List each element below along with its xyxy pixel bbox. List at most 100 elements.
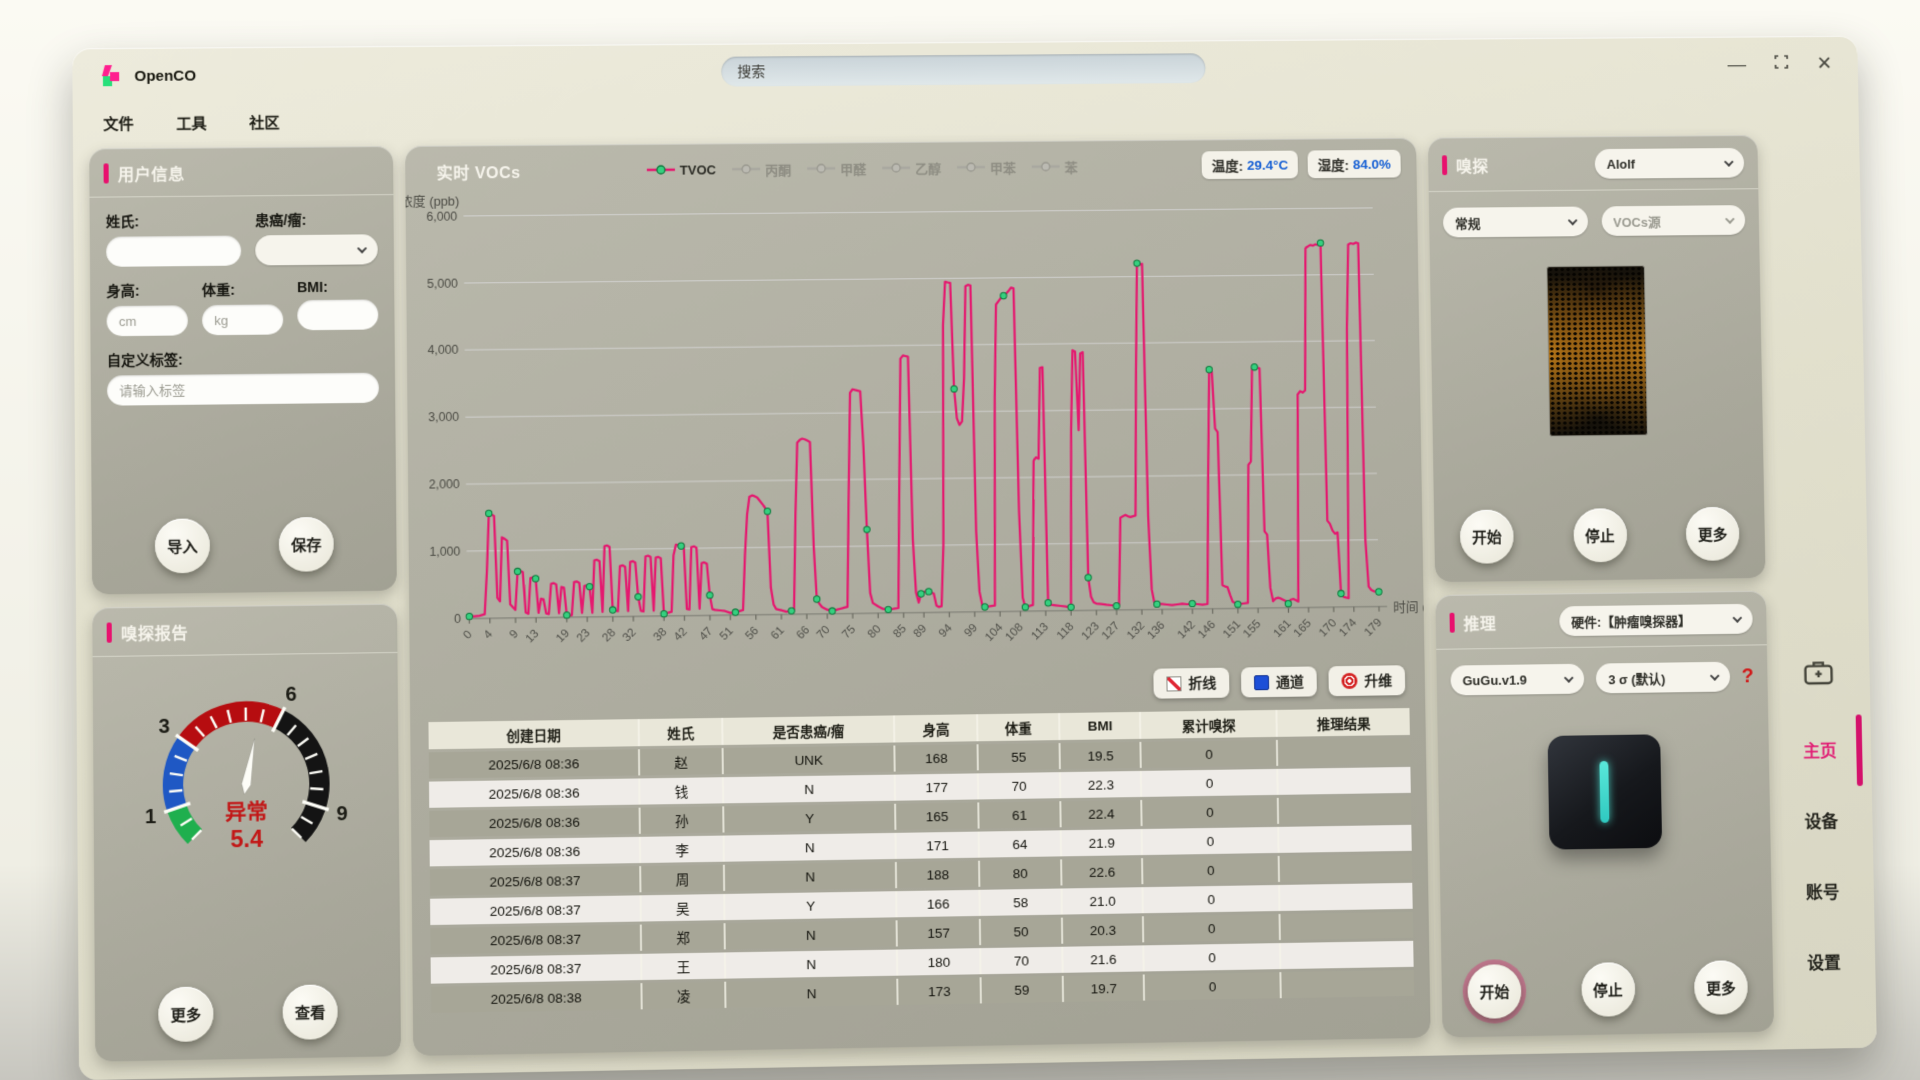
svg-text:118: 118 — [1054, 620, 1077, 643]
logo-icon — [99, 63, 126, 89]
table-cell: 凌 — [643, 982, 727, 1010]
table-cell: 70 — [981, 947, 1064, 975]
svg-text:85: 85 — [891, 622, 910, 641]
svg-text:1,000: 1,000 — [429, 544, 460, 558]
search-bar[interactable] — [721, 53, 1206, 86]
sidebar-item-device[interactable]: 设备 — [1804, 807, 1838, 832]
sidebar-item-settings[interactable]: 设置 — [1807, 949, 1841, 974]
legend-item-乙醇[interactable]: 乙醇 — [882, 158, 941, 177]
table-cell: 19.7 — [1064, 974, 1145, 1002]
svg-text:108: 108 — [1003, 620, 1026, 643]
minimize-button[interactable]: — — [1727, 55, 1746, 74]
menu-tools[interactable]: 工具 — [176, 112, 207, 133]
table-cell: N — [726, 949, 899, 978]
table-cell: 0 — [1143, 856, 1280, 884]
legend-item-甲苯[interactable]: 甲苯 — [957, 157, 1016, 176]
save-button[interactable]: 保存 — [279, 517, 334, 572]
legend-marker-icon — [957, 162, 985, 172]
table-cell: 2025/6/8 08:36 — [430, 837, 642, 867]
table-cell: 165 — [897, 802, 980, 829]
svg-text:165: 165 — [1291, 616, 1314, 639]
channel-view-button[interactable]: 通道 — [1241, 666, 1317, 697]
table-cell: N — [725, 920, 898, 949]
table-cell — [1282, 970, 1415, 998]
help-icon[interactable]: ? — [1741, 665, 1753, 688]
table-cell: N — [724, 833, 897, 862]
table-cell: 0 — [1143, 827, 1280, 855]
weight-input[interactable] — [202, 304, 283, 335]
table-cell: 59 — [981, 976, 1064, 1004]
inference-stop-button[interactable]: 停止 — [1581, 962, 1635, 1017]
table-cell: 2025/6/8 08:37 — [430, 866, 642, 896]
user-info-header: 用户信息 — [89, 146, 393, 198]
table-column-header: 推理结果 — [1278, 708, 1410, 737]
table-column-header: 累计嗅探 — [1141, 710, 1278, 739]
table-cell: 80 — [980, 859, 1063, 886]
svg-text:51: 51 — [717, 624, 736, 642]
close-button[interactable]: ✕ — [1817, 54, 1833, 73]
menu-file[interactable]: 文件 — [103, 113, 134, 134]
sniffer-stop-button[interactable]: 停止 — [1573, 508, 1627, 562]
inference-start-button[interactable]: 开始 — [1467, 964, 1521, 1019]
table-cell: 19.5 — [1061, 742, 1142, 769]
legend-item-TVOC[interactable]: TVOC — [647, 162, 717, 178]
humidity-badge: 湿度: 84.0% — [1308, 150, 1401, 179]
svg-text:4,000: 4,000 — [428, 343, 459, 357]
table-cell: 2025/6/8 08:36 — [429, 808, 641, 837]
medkit-icon[interactable] — [1802, 656, 1834, 691]
legend-label: TVOC — [680, 162, 716, 177]
surname-input[interactable] — [106, 235, 241, 266]
svg-text:0: 0 — [461, 628, 475, 642]
svg-text:155: 155 — [1241, 617, 1264, 640]
channel-icon — [1254, 675, 1269, 690]
sidebar-item-account[interactable]: 账号 — [1806, 878, 1840, 903]
table-cell — [1278, 767, 1410, 795]
height-input[interactable] — [107, 305, 188, 336]
table-cell: 孙 — [641, 806, 724, 833]
report-view-button[interactable]: 查看 — [282, 984, 337, 1040]
table-cell: N — [725, 862, 898, 891]
svg-text:32: 32 — [620, 626, 639, 645]
model-select[interactable]: GuGu.v1.9 — [1450, 664, 1584, 696]
dimension-up-button[interactable]: 升维 — [1328, 665, 1405, 696]
vocs-line-chart: 浓度 (ppb)01,0002,0003,0004,0005,0006,0000… — [405, 181, 1424, 677]
line-view-button[interactable]: 折线 — [1153, 668, 1229, 699]
sniffer-device-select[interactable]: Alolf — [1595, 148, 1745, 179]
legend-item-甲醛[interactable]: 甲醛 — [807, 159, 866, 178]
cancer-select[interactable] — [255, 234, 378, 265]
svg-text:66: 66 — [794, 623, 813, 642]
legend-item-苯[interactable]: 苯 — [1032, 157, 1078, 176]
table-cell — [1280, 854, 1412, 882]
vocs-source-select[interactable]: VOCs源 — [1601, 205, 1745, 236]
report-more-button[interactable]: 更多 — [158, 986, 213, 1042]
svg-text:0: 0 — [454, 612, 461, 626]
accent-bar — [107, 622, 112, 642]
maximize-button[interactable] — [1773, 54, 1789, 74]
svg-text:132: 132 — [1124, 619, 1147, 642]
legend-label: 乙醇 — [915, 158, 941, 177]
table-cell — [1281, 912, 1413, 940]
table-cell: 22.6 — [1062, 858, 1143, 885]
hardware-select[interactable]: 硬件:【肿瘤嗅探器】 — [1559, 604, 1753, 636]
table-cell: N — [726, 979, 899, 1008]
menu-community[interactable]: 社区 — [249, 111, 280, 132]
user-info-panel: 用户信息 姓氏: 患癌/瘤: — [89, 146, 397, 594]
sniffer-more-button[interactable]: 更多 — [1686, 507, 1740, 561]
sidebar-item-home[interactable]: 主页 — [1803, 737, 1837, 762]
right-column: 嗅探 Alolf 常规 VOCs源 — [1428, 135, 1774, 1037]
legend-item-丙酮[interactable]: 丙酮 — [732, 159, 791, 178]
table-cell: 李 — [641, 836, 724, 863]
sigma-select[interactable]: 3 σ (默认) — [1596, 662, 1730, 694]
sniffer-start-button[interactable]: 开始 — [1460, 510, 1514, 564]
legend-marker-icon — [807, 163, 835, 173]
table-column-header: 创建日期 — [428, 719, 640, 749]
inference-more-button[interactable]: 更多 — [1694, 960, 1748, 1015]
table-cell: 64 — [980, 830, 1063, 857]
search-input[interactable] — [721, 53, 1206, 86]
window-controls: — ✕ — [1727, 54, 1832, 74]
bmi-input[interactable] — [297, 299, 378, 330]
sniffer-mode-select[interactable]: 常规 — [1443, 206, 1588, 237]
custom-tag-input[interactable] — [107, 373, 379, 406]
import-button[interactable]: 导入 — [155, 518, 210, 573]
table-cell: 188 — [897, 861, 980, 888]
